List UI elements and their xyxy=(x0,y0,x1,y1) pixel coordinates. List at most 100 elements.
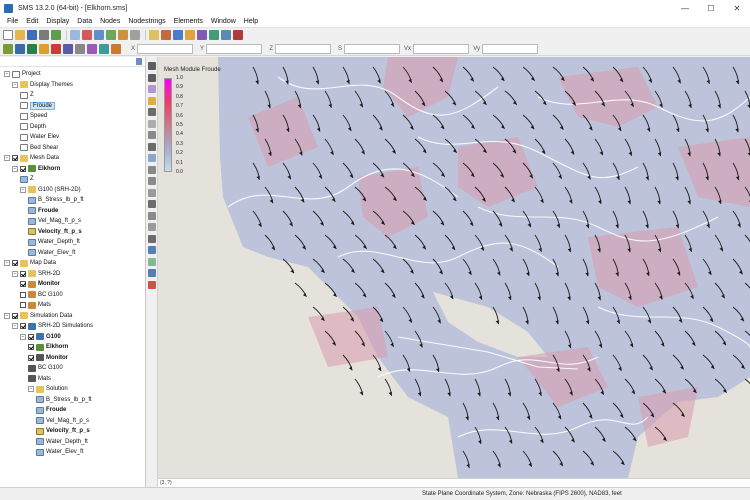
minimize-button[interactable]: — xyxy=(672,0,698,16)
create-node-icon[interactable] xyxy=(148,131,156,139)
expand-toggle-icon[interactable]: − xyxy=(4,155,10,161)
mesh-view[interactable] xyxy=(158,57,750,478)
visibility-checkbox[interactable] xyxy=(12,155,18,161)
vx-input[interactable] xyxy=(413,43,469,54)
frame-icon[interactable] xyxy=(82,30,92,40)
visibility-checkbox[interactable] xyxy=(28,344,34,350)
tree-item[interactable]: Froude xyxy=(36,405,66,415)
refresh-icon[interactable] xyxy=(118,30,128,40)
split-icon[interactable] xyxy=(148,188,156,197)
pin-icon[interactable] xyxy=(136,58,142,65)
tree-item[interactable]: − Project xyxy=(4,69,41,79)
tree-item[interactable]: Elkhorn xyxy=(28,342,68,352)
maximize-button[interactable]: ☐ xyxy=(698,0,724,16)
s-input[interactable] xyxy=(344,43,400,54)
tree-item[interactable]: Z xyxy=(20,174,34,184)
menu-data[interactable]: Data xyxy=(73,18,96,25)
z-input[interactable] xyxy=(275,43,331,54)
visibility-checkbox[interactable] xyxy=(28,333,34,340)
tree-item[interactable]: Water_Depth_ft xyxy=(28,237,80,247)
zoom-icon[interactable] xyxy=(148,73,156,82)
tree-item[interactable]: Froude xyxy=(28,206,58,216)
select-mesh-icon[interactable] xyxy=(148,211,156,220)
profile-icon[interactable] xyxy=(148,257,156,266)
scatter-tool-icon[interactable] xyxy=(39,43,49,54)
menu-window[interactable]: Window xyxy=(207,18,240,25)
select-point-icon[interactable] xyxy=(148,223,156,231)
tree-item[interactable]: − Simulation Data xyxy=(4,311,72,321)
contour-icon[interactable] xyxy=(148,269,156,277)
swap-edge-icon[interactable] xyxy=(148,200,156,208)
measure-tool-icon[interactable] xyxy=(111,43,121,54)
visibility-checkbox[interactable] xyxy=(20,281,26,287)
visibility-checkbox[interactable] xyxy=(20,270,26,277)
tree-item[interactable]: − Mesh Data xyxy=(4,153,59,163)
select-nodestring-icon[interactable] xyxy=(148,154,156,162)
rotate-tool-icon[interactable] xyxy=(99,43,109,54)
map-tool-icon[interactable] xyxy=(15,43,25,54)
tree-item[interactable]: B_Stress_lb_p_ft xyxy=(36,395,92,405)
measure-icon[interactable] xyxy=(148,246,156,254)
expand-toggle-icon[interactable]: − xyxy=(12,81,18,88)
tree-item[interactable]: − G100 (SRH-2D) xyxy=(20,185,81,195)
lines-tool-icon[interactable] xyxy=(63,43,73,54)
tree-item[interactable]: B_Stress_lb_p_ft xyxy=(28,195,84,205)
zoom-icon[interactable] xyxy=(70,30,80,40)
open-folder-icon[interactable] xyxy=(15,30,25,40)
ortho-icon[interactable] xyxy=(130,30,140,40)
print-icon[interactable] xyxy=(39,30,49,40)
visibility-checkbox[interactable] xyxy=(12,312,18,319)
tree-item[interactable]: Water_Depth_ft xyxy=(36,437,88,447)
visibility-checkbox[interactable] xyxy=(20,302,26,308)
y-input[interactable] xyxy=(206,43,262,54)
module-map-icon[interactable] xyxy=(161,30,171,40)
tree-item[interactable]: Z xyxy=(20,90,34,100)
menu-display[interactable]: Display xyxy=(42,18,73,25)
text-icon[interactable] xyxy=(148,280,156,289)
module-scatter-icon[interactable] xyxy=(149,30,159,40)
flag-icon[interactable] xyxy=(51,43,61,54)
tree-item[interactable]: Velocity_ft_p_s xyxy=(36,426,90,436)
menu-nodes[interactable]: Nodes xyxy=(96,18,124,25)
tree-item[interactable]: − G100 xyxy=(20,332,61,342)
module-particle-icon[interactable] xyxy=(209,30,219,40)
frame-icon[interactable] xyxy=(148,96,156,105)
menu-file[interactable]: File xyxy=(3,18,22,25)
tree-item[interactable]: Monitor xyxy=(28,353,68,363)
display-options-icon[interactable] xyxy=(94,30,104,40)
tree-item[interactable]: − SRH-2D Simulations xyxy=(12,321,93,331)
tree-item[interactable]: − Solution xyxy=(28,384,68,394)
expand-toggle-icon[interactable]: − xyxy=(4,71,10,77)
mesh-tool-icon[interactable] xyxy=(3,43,13,54)
grid-tool-icon[interactable] xyxy=(27,43,37,54)
pan-tool-icon[interactable] xyxy=(87,43,97,54)
pan-icon[interactable] xyxy=(148,62,156,70)
tree-item[interactable]: − Display Themes xyxy=(12,80,73,90)
expand-toggle-icon[interactable]: − xyxy=(12,165,18,172)
tree-item[interactable]: − SRH-2D xyxy=(12,269,60,279)
expand-toggle-icon[interactable]: − xyxy=(28,386,34,392)
module-gis-icon[interactable] xyxy=(197,30,207,40)
new-file-icon[interactable] xyxy=(3,30,13,40)
expand-toggle-icon[interactable]: − xyxy=(4,260,10,266)
save-icon[interactable] xyxy=(27,30,37,40)
graphics-window[interactable]: Mesh Module Froude 1.0 0.9 0.8 0.7 0.6 0.5 0.4… xyxy=(158,57,750,478)
expand-toggle-icon[interactable]: − xyxy=(20,186,26,193)
visibility-checkbox[interactable] xyxy=(28,354,34,361)
rotate-icon[interactable] xyxy=(148,85,156,93)
expand-toggle-icon[interactable]: − xyxy=(12,270,18,277)
menu-elements[interactable]: Elements xyxy=(170,18,207,25)
menu-edit[interactable]: Edit xyxy=(22,18,42,25)
tree-item[interactable]: BC G100 xyxy=(28,363,63,373)
tree-item[interactable]: Monitor xyxy=(20,279,60,289)
merge-icon[interactable] xyxy=(148,177,156,185)
create-nodestring-icon[interactable] xyxy=(148,165,156,174)
select-element-icon[interactable] xyxy=(148,119,156,128)
expand-toggle-icon[interactable]: − xyxy=(12,323,18,329)
tree-item[interactable]: Mats xyxy=(28,374,51,384)
tree-item[interactable]: Depth xyxy=(20,122,46,132)
expand-toggle-icon[interactable]: − xyxy=(4,312,10,319)
menu-nodestrings[interactable]: Nodestrings xyxy=(124,18,169,25)
select-node-icon[interactable] xyxy=(148,108,156,116)
tree-item[interactable]: Froude xyxy=(20,101,56,111)
